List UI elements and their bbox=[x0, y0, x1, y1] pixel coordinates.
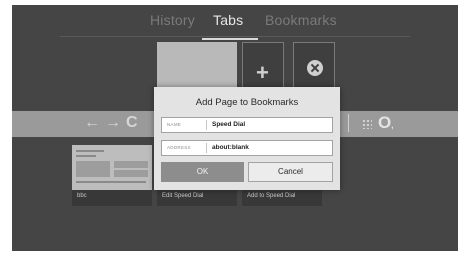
address-field-edge bbox=[348, 114, 352, 132]
tabs-divider bbox=[60, 36, 410, 37]
cancel-button[interactable]: Cancel bbox=[248, 162, 333, 182]
opera-logo-icon[interactable]: O, bbox=[378, 113, 393, 133]
name-field[interactable]: NAME Speed Dial bbox=[161, 117, 333, 133]
forward-arrow-icon[interactable]: → bbox=[105, 114, 126, 131]
field-separator bbox=[206, 143, 207, 153]
name-label: NAME bbox=[167, 122, 182, 127]
ok-button[interactable]: OK bbox=[161, 162, 244, 182]
plus-icon: + bbox=[256, 60, 269, 85]
add-bookmark-dialog: Add Page to Bookmarks NAME Speed Dial AD… bbox=[154, 87, 340, 190]
nav-buttons: ←→C bbox=[84, 114, 143, 132]
name-value[interactable]: Speed Dial bbox=[212, 121, 245, 128]
field-separator bbox=[206, 120, 207, 130]
active-tab-underline bbox=[202, 38, 258, 40]
tab-bookmarks[interactable]: Bookmarks bbox=[265, 12, 337, 28]
thumbnail-label: Add to Speed Dial bbox=[247, 193, 296, 199]
dialog-title: Add Page to Bookmarks bbox=[195, 97, 299, 108]
address-label: ADDRESS bbox=[167, 145, 191, 150]
browser-screen: History Tabs Bookmarks + ←→C O, bbc Edit… bbox=[12, 5, 458, 251]
tab-history[interactable]: History bbox=[150, 12, 195, 28]
address-field[interactable]: ADDRESS about:blank bbox=[161, 140, 333, 156]
back-arrow-icon[interactable]: ← bbox=[84, 114, 105, 131]
tab-bar: History Tabs Bookmarks bbox=[12, 12, 458, 40]
grid-icon[interactable] bbox=[362, 119, 372, 129]
speed-dial-thumbnail[interactable]: bbc bbox=[72, 145, 152, 206]
tab-tabs[interactable]: Tabs bbox=[213, 12, 243, 28]
thumbnail-preview bbox=[72, 145, 152, 190]
close-circle-icon bbox=[307, 60, 323, 76]
address-value[interactable]: about:blank bbox=[212, 144, 249, 151]
thumbnail-label: Edit Speed Dial bbox=[162, 193, 204, 199]
thumbnail-label: bbc bbox=[77, 193, 87, 199]
reload-icon[interactable]: C bbox=[126, 114, 143, 131]
